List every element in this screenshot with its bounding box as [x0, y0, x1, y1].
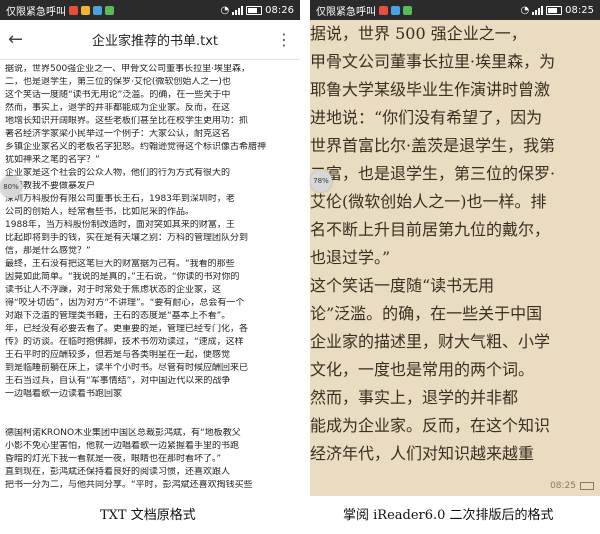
reader-line: 然而，事实上，退学的并非都 [310, 388, 519, 407]
txt-line: 德国柯诺KRONO木业集团中国区总裁彭鸿斌，有“地板教父 [5, 428, 241, 438]
reader-line: 甲骨文公司董事长拉里·埃里森，为 [310, 52, 556, 71]
txt-line: 二，也是退学生，第三位的保罗·艾伦(微软创始人之一)也 [5, 77, 231, 87]
txt-line: 王石平时的应酬较多，但若是与各类明星在一起，便感觉 [5, 350, 231, 360]
reader-footer: 08:25 [310, 476, 600, 496]
txt-line: 读书让人不浮躁，对于时常处于焦虑状态的企业家，这 [5, 285, 222, 295]
txt-line: 1988年，当万科股份制改造时，面对突如其来的财富，王 [5, 220, 235, 230]
txt-line: 据说，世界500强企业之一、甲骨文公司董事长拉里·埃里森， [5, 64, 251, 74]
reader-line: 艾伦(微软创始人之一)也一样。排 [310, 192, 547, 211]
txt-line: 深圳万科股份有限公司董事长王石，1983年到深圳时，老 [5, 194, 235, 204]
reader-line: 进地说：“你们没有希望了，因为 [310, 108, 543, 127]
caption-left: TXT 文档原格式 [100, 508, 196, 523]
txt-line: 这个笑话一度随“读书无用论”泛滥。的确，在一些关于中 [5, 90, 231, 100]
reader-line: 经济年代，人们对知识越来越重 [310, 444, 535, 463]
ireader-screen: 仅限紧急呼叫 ◔ 08:25 据说，世界 500 强企业之一， 甲骨文公司董事长拉… [310, 0, 600, 496]
status-bar: 仅限紧急呼叫 ◔ 08:26 [0, 0, 300, 20]
caption-right: 掌阅 iReader6.0 二次排版后的格式 [343, 508, 554, 523]
app-notification-icon [93, 5, 102, 15]
txt-document-body[interactable]: 据说，世界500强企业之一、甲骨文公司董事长拉里·埃里森， 二，也是退学生，第三位… [0, 60, 300, 496]
reader-line: 企业家的描述里，财大气粗、小学 [310, 332, 551, 351]
app-notification-icon [69, 5, 78, 15]
reader-line: 耶鲁大学某级毕业生作演讲时曾激 [310, 80, 551, 99]
footer-clock: 08:25 [550, 481, 576, 491]
txt-line: 传》的访谈。在临时抱佛脚，技术书勿劝读过，“速成，这样 [5, 337, 244, 347]
battery-icon [580, 482, 594, 490]
txt-line: 因竟如此简单。“我说的是真的，”王石说，“你读的书对你的 [5, 272, 240, 282]
overflow-menu-icon[interactable]: ⋮ [272, 30, 292, 49]
reader-line: 据说，世界 500 强企业之一， [310, 24, 527, 43]
txt-line: 书籍教我不要做暴发户 [5, 181, 96, 191]
reader-line: 名不断上升目前居第九位的戴尔， [310, 220, 551, 239]
app-notification-icon [105, 5, 114, 15]
txt-line: 企业家是这个社会的公众人物，他们的行为方式有很大的 [5, 168, 231, 178]
reader-line: 二富，也是退学生，第三位的保罗· [310, 164, 556, 183]
txt-line: 最终，王石没有把这笔巨大的财富据为己有。“我看的那些 [5, 259, 235, 269]
txt-line: 到是临睡前躺在床上，读半个小时书。尽管有时候应酬回来已 [5, 363, 249, 373]
txt-line: 年，已经没有必要去看了。更重要的是，管理已经专门化，各 [5, 324, 249, 334]
app-notification-icon [403, 5, 412, 15]
txt-line: 信，那是什么感觉？” [5, 246, 91, 256]
battery-icon [246, 5, 263, 15]
reader-line: 这个笑话一度随“读书无用 [310, 276, 495, 295]
file-title: 企业家推荐的书单.txt [91, 34, 219, 49]
reader-line: 也退过学。” [310, 248, 391, 267]
signal-icon [532, 5, 544, 15]
app-notification-icon [81, 5, 90, 15]
app-bar: ← 企业家推荐的书单.txt ⋮ [0, 20, 300, 60]
app-notification-icon [391, 5, 400, 15]
txt-line: 犹如神来之笔的名字？” [5, 155, 100, 165]
txt-line: 把书一分为二，与他共同分享。“平时，彭鸿斌还喜欢掏钱买些 [5, 480, 253, 490]
txt-reader-screen: 仅限紧急呼叫 ◔ 08:26 ← 企业家推荐的书单.txt ⋮ 据说，世界500… [0, 0, 300, 496]
txt-line: 比起即将到手的钱，实在是有天壤之别：万科的管理团队分到 [5, 233, 249, 243]
txt-line: 公司的创始人，经常看些书，比如尼采的作品。 [5, 207, 195, 217]
txt-line: 得“咬牙切齿”，因为对方“不讲理”。“要有耐心，总会有一个 [5, 298, 245, 308]
reader-line: 文化，一度也是常用的两个词。 [310, 360, 535, 379]
wifi-icon: ◔ [220, 4, 230, 16]
reader-line: 世界首富比尔·盖茨是退学生，我第 [310, 136, 556, 155]
status-bar: 仅限紧急呼叫 ◔ 08:25 [310, 0, 600, 20]
scroll-progress-thumb[interactable]: 80% [0, 176, 22, 198]
txt-line: 小影不免心里害怕，他就一边唱着歌一边紧握着手里的书跑 [5, 441, 240, 451]
wifi-icon: ◔ [520, 4, 530, 16]
clock: 08:25 [565, 4, 594, 16]
battery-icon [546, 5, 563, 15]
txt-line: 昏暗的灯光下我一看就是一夜，眼睛也在那时看坏了。” [5, 454, 222, 464]
carrier-label: 仅限紧急呼叫 [316, 6, 376, 18]
reader-line: 能成为企业家。反而，在这个知识 [310, 416, 551, 435]
txt-line: 然而，事实上，退学的并非都能成为企业家。反而，在这 [5, 103, 231, 113]
txt-line: 对跟下泛滥的管理类书籍，王石的态度是“基本上不看”。 [5, 311, 231, 321]
txt-line: 乡镇企业家名义的老板名字犯怒。约翰逊觉得这个标识像古希腊神 [5, 142, 267, 152]
txt-line: 一边唱着歌一边读着书跑回家 [5, 389, 123, 399]
reader-line: 论”泛滥。的确，在一些关于中国 [310, 304, 543, 323]
txt-line: 王石当过兵，自认有“军事情结”，对中国近代以来的战争 [5, 376, 231, 386]
clock: 08:26 [265, 4, 294, 16]
carrier-label: 仅限紧急呼叫 [6, 6, 66, 18]
back-arrow-icon[interactable]: ← [8, 29, 38, 50]
scroll-progress-thumb[interactable]: 78% [310, 170, 332, 192]
txt-line: 直到现在，彭鸿斌还保持着良好的阅读习惯，还喜欢跟人 [5, 467, 231, 477]
txt-line: 地增长知识开阔眼界。这些老板们甚至比在校学生更用功：抓 [5, 116, 249, 126]
signal-icon [232, 5, 244, 15]
ireader-page-body[interactable]: 据说，世界 500 强企业之一， 甲骨文公司董事长拉里·埃里森，为 耶鲁大学某级毕业… [310, 20, 600, 476]
app-notification-icon [379, 5, 388, 15]
txt-line: 著名经济学家梁小民举过一个例子：大家公认，耐克这名 [5, 129, 231, 139]
